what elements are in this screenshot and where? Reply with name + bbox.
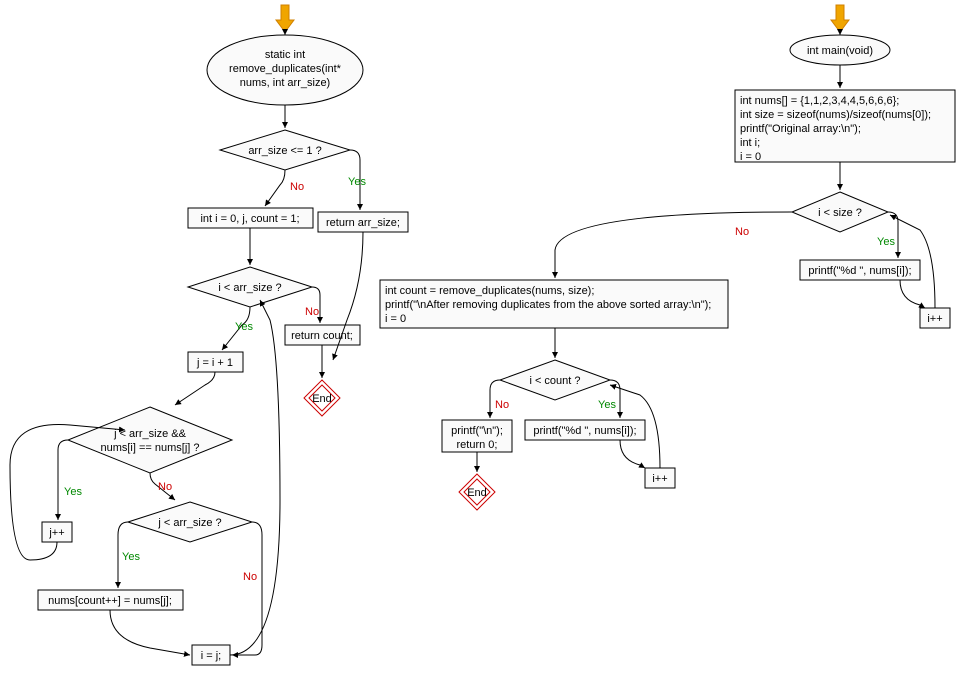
svg-text:printf("%d ", nums[i]);: printf("%d ", nums[i]); [808, 265, 911, 277]
svg-text:printf("\nAfter removing dupli: printf("\nAfter removing duplicates from… [385, 299, 711, 311]
svg-text:Yes: Yes [877, 236, 895, 248]
i-increment-1: i++ [920, 308, 950, 328]
svg-text:j++: j++ [48, 527, 64, 539]
svg-text:i < arr_size ?: i < arr_size ? [218, 282, 281, 294]
svg-text:End: End [312, 393, 332, 405]
function-signature-node: static int remove_duplicates(int* nums, … [207, 35, 363, 105]
svg-text:int i;: int i; [740, 137, 760, 149]
call-remove-dup-block: int count = remove_duplicates(nums, size… [380, 280, 728, 328]
main-signature-node: int main(void) [790, 35, 890, 65]
svg-text:i < count ?: i < count ? [529, 375, 580, 387]
svg-text:int i = 0, j, count = 1;: int i = 0, j, count = 1; [200, 213, 299, 225]
svg-text:i = 0: i = 0 [385, 313, 406, 325]
svg-text:nums, int arr_size): nums, int arr_size) [240, 77, 330, 89]
svg-text:return arr_size;: return arr_size; [326, 217, 400, 229]
svg-text:No: No [158, 481, 172, 493]
cond-j-lt-arrsize: j < arr_size ? [128, 502, 252, 542]
i-assign-j: i = j; [192, 645, 230, 665]
svg-text:int count = remove_duplicates(: int count = remove_duplicates(nums, size… [385, 285, 594, 297]
svg-text:return 0;: return 0; [457, 439, 498, 451]
end-right: End [459, 474, 495, 510]
printf-num-2: printf("%d ", nums[i]); [525, 420, 645, 440]
svg-text:int nums[] = {1,1,2,3,4,4,5,6,: int nums[] = {1,1,2,3,4,4,5,6,6,6}; [740, 95, 899, 107]
svg-text:printf("\n");: printf("\n"); [451, 425, 503, 437]
assign-count: nums[count++] = nums[j]; [38, 590, 183, 610]
start-marker-right [831, 5, 849, 32]
start-marker-left [276, 5, 294, 32]
svg-text:Yes: Yes [348, 176, 366, 188]
svg-text:int main(void): int main(void) [807, 45, 873, 57]
svg-text:i = j;: i = j; [201, 650, 221, 662]
final-return-block: printf("\n"); return 0; [442, 420, 512, 452]
svg-text:No: No [290, 181, 304, 193]
main-init-block: int nums[] = {1,1,2,3,4,4,5,6,6,6}; int … [735, 90, 955, 163]
svg-text:int size = sizeof(nums)/sizeof: int size = sizeof(nums)/sizeof(nums[0]); [740, 109, 931, 121]
svg-text:i < size ?: i < size ? [818, 207, 862, 219]
svg-text:Yes: Yes [598, 399, 616, 411]
svg-text:return count;: return count; [291, 330, 353, 342]
svg-text:No: No [305, 306, 319, 318]
cond-j-and-equal: j < arr_size && nums[i] == nums[j] ? [68, 407, 232, 473]
printf-num-1: printf("%d ", nums[i]); [800, 260, 920, 280]
return-arrsize: return arr_size; [318, 212, 408, 232]
svg-text:j < arr_size ?: j < arr_size ? [157, 517, 221, 529]
j-increment: j++ [42, 522, 72, 542]
svg-text:i = 0: i = 0 [740, 151, 761, 163]
svg-text:No: No [243, 571, 257, 583]
svg-text:End: End [467, 487, 487, 499]
svg-text:nums[count++] = nums[j];: nums[count++] = nums[j]; [48, 595, 172, 607]
cond-arrsize: arr_size <= 1 ? [220, 130, 350, 170]
flowchart-diagram: static int remove_duplicates(int* nums, … [0, 0, 969, 697]
svg-text:Yes: Yes [235, 321, 253, 333]
i-increment-2: i++ [645, 468, 675, 488]
j-assign: j = i + 1 [188, 352, 243, 372]
cond-i-lt-arrsize: i < arr_size ? [188, 267, 312, 307]
svg-text:i++: i++ [927, 313, 942, 325]
cond-i-lt-size: i < size ? [792, 192, 888, 232]
return-count: return count; [285, 325, 360, 345]
svg-text:static int: static int [265, 49, 305, 61]
svg-text:printf("%d ", nums[i]);: printf("%d ", nums[i]); [533, 425, 636, 437]
cond-i-lt-count: i < count ? [500, 360, 610, 400]
svg-text:nums[i] == nums[j] ?: nums[i] == nums[j] ? [100, 442, 199, 454]
svg-text:No: No [495, 399, 509, 411]
svg-text:Yes: Yes [64, 486, 82, 498]
svg-text:printf("Original array:\n");: printf("Original array:\n"); [740, 123, 861, 135]
svg-text:j = i + 1: j = i + 1 [196, 357, 233, 369]
init-vars: int i = 0, j, count = 1; [188, 208, 313, 228]
svg-text:i++: i++ [652, 473, 667, 485]
end-left: End [304, 380, 340, 416]
svg-text:Yes: Yes [122, 551, 140, 563]
svg-text:remove_duplicates(int*: remove_duplicates(int* [229, 63, 342, 75]
svg-text:No: No [735, 226, 749, 238]
svg-text:arr_size <= 1 ?: arr_size <= 1 ? [248, 145, 321, 157]
